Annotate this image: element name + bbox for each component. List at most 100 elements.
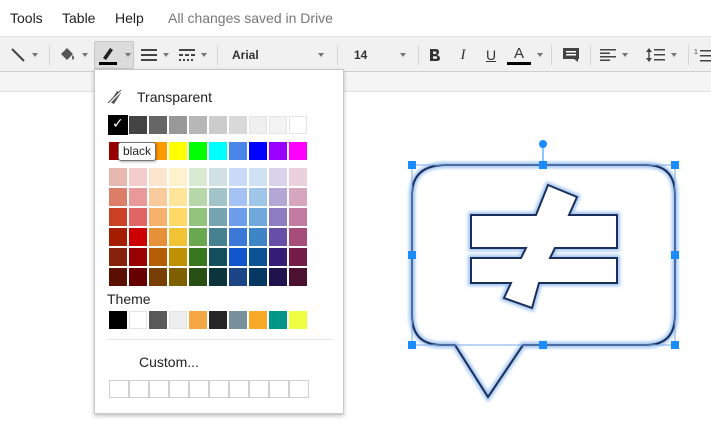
custom-color-slot[interactable] [229, 380, 249, 398]
color-swatch[interactable] [149, 268, 167, 286]
color-swatch[interactable] [129, 116, 147, 134]
numbered-list-button[interactable]: 1 [694, 41, 711, 69]
color-swatch[interactable] [149, 228, 167, 246]
text-color-button[interactable]: A [506, 41, 544, 69]
color-swatch[interactable] [169, 188, 187, 206]
color-swatch[interactable] [109, 311, 127, 329]
custom-color-slot[interactable] [169, 380, 189, 398]
line-spacing-button[interactable] [640, 41, 682, 69]
fill-color-button[interactable] [55, 41, 91, 69]
color-swatch[interactable] [109, 248, 127, 266]
color-swatch[interactable] [209, 142, 227, 160]
bold-button[interactable] [424, 41, 446, 69]
color-swatch[interactable] [269, 208, 287, 226]
color-swatch[interactable] [109, 188, 127, 206]
italic-button[interactable]: I [452, 41, 474, 69]
color-swatch[interactable] [289, 268, 307, 286]
color-swatch[interactable] [269, 228, 287, 246]
custom-color-slot[interactable] [149, 380, 169, 398]
color-swatch[interactable] [129, 168, 147, 186]
resize-handle-bottom-right[interactable] [671, 341, 679, 349]
align-button[interactable] [595, 41, 633, 69]
color-swatch[interactable] [249, 208, 267, 226]
custom-color-slot[interactable] [289, 380, 309, 398]
color-swatch[interactable] [129, 268, 147, 286]
color-swatch[interactable] [169, 268, 187, 286]
color-swatch[interactable] [249, 268, 267, 286]
color-swatch[interactable] [209, 228, 227, 246]
color-swatch[interactable] [269, 248, 287, 266]
resize-handle-right[interactable] [671, 251, 679, 259]
custom-color-option[interactable]: Custom... [139, 354, 199, 370]
color-swatch[interactable] [209, 268, 227, 286]
color-swatch[interactable] [109, 208, 127, 226]
color-swatch[interactable] [229, 228, 247, 246]
menu-table[interactable]: Table [62, 10, 95, 26]
rotate-handle[interactable] [539, 140, 547, 148]
color-swatch[interactable] [229, 311, 247, 329]
resize-handle-bottom-left[interactable] [408, 341, 416, 349]
color-swatch[interactable] [229, 248, 247, 266]
color-swatch[interactable] [169, 168, 187, 186]
color-swatch[interactable] [169, 228, 187, 246]
color-swatch[interactable] [169, 116, 187, 134]
font-size-select[interactable]: 14 [342, 41, 414, 69]
color-swatch[interactable] [269, 142, 287, 160]
color-swatch[interactable] [209, 188, 227, 206]
color-swatch[interactable] [229, 268, 247, 286]
color-swatch[interactable] [109, 268, 127, 286]
color-swatch[interactable] [229, 116, 247, 134]
color-swatch[interactable] [289, 188, 307, 206]
color-swatch[interactable] [169, 208, 187, 226]
color-swatch[interactable] [269, 268, 287, 286]
custom-color-slot[interactable] [109, 380, 129, 398]
color-swatch[interactable] [129, 208, 147, 226]
color-swatch[interactable] [249, 188, 267, 206]
color-swatch[interactable] [169, 311, 187, 329]
color-swatch[interactable] [149, 116, 167, 134]
resize-handle-top-left[interactable] [408, 161, 416, 169]
color-swatch[interactable] [289, 228, 307, 246]
color-swatch[interactable] [289, 208, 307, 226]
color-swatch[interactable] [269, 116, 287, 134]
color-swatch[interactable] [229, 208, 247, 226]
color-swatch[interactable] [149, 168, 167, 186]
color-swatch[interactable] [108, 115, 128, 135]
line-weight-button[interactable] [138, 41, 172, 69]
color-swatch[interactable] [249, 142, 267, 160]
color-swatch[interactable] [289, 142, 307, 160]
color-swatch[interactable] [189, 116, 207, 134]
color-swatch[interactable] [249, 311, 267, 329]
color-swatch[interactable] [189, 208, 207, 226]
color-swatch[interactable] [209, 208, 227, 226]
color-swatch[interactable] [189, 142, 207, 160]
custom-color-slot[interactable] [209, 380, 229, 398]
color-swatch[interactable] [129, 248, 147, 266]
color-swatch[interactable] [129, 228, 147, 246]
color-swatch[interactable] [169, 142, 187, 160]
color-swatch[interactable] [229, 168, 247, 186]
color-swatch[interactable] [189, 268, 207, 286]
color-swatch[interactable] [269, 188, 287, 206]
color-swatch[interactable] [109, 168, 127, 186]
color-swatch[interactable] [129, 188, 147, 206]
color-swatch[interactable] [109, 228, 127, 246]
color-swatch[interactable] [149, 188, 167, 206]
resize-handle-top-right[interactable] [671, 161, 679, 169]
custom-color-slot[interactable] [189, 380, 209, 398]
color-swatch[interactable] [189, 248, 207, 266]
color-swatch[interactable] [149, 311, 167, 329]
line-dash-button[interactable] [175, 41, 211, 69]
resize-handle-left[interactable] [408, 251, 416, 259]
speech-bubble-shape[interactable] [400, 135, 690, 405]
resize-handle-bottom[interactable] [539, 341, 547, 349]
color-swatch[interactable] [209, 168, 227, 186]
transparent-option[interactable]: Transparent [107, 87, 212, 107]
color-swatch[interactable] [209, 116, 227, 134]
color-swatch[interactable] [249, 248, 267, 266]
color-swatch[interactable] [129, 311, 147, 329]
line-tool-button[interactable] [4, 41, 44, 69]
color-swatch[interactable] [269, 168, 287, 186]
color-swatch[interactable] [189, 311, 207, 329]
color-swatch[interactable] [289, 248, 307, 266]
